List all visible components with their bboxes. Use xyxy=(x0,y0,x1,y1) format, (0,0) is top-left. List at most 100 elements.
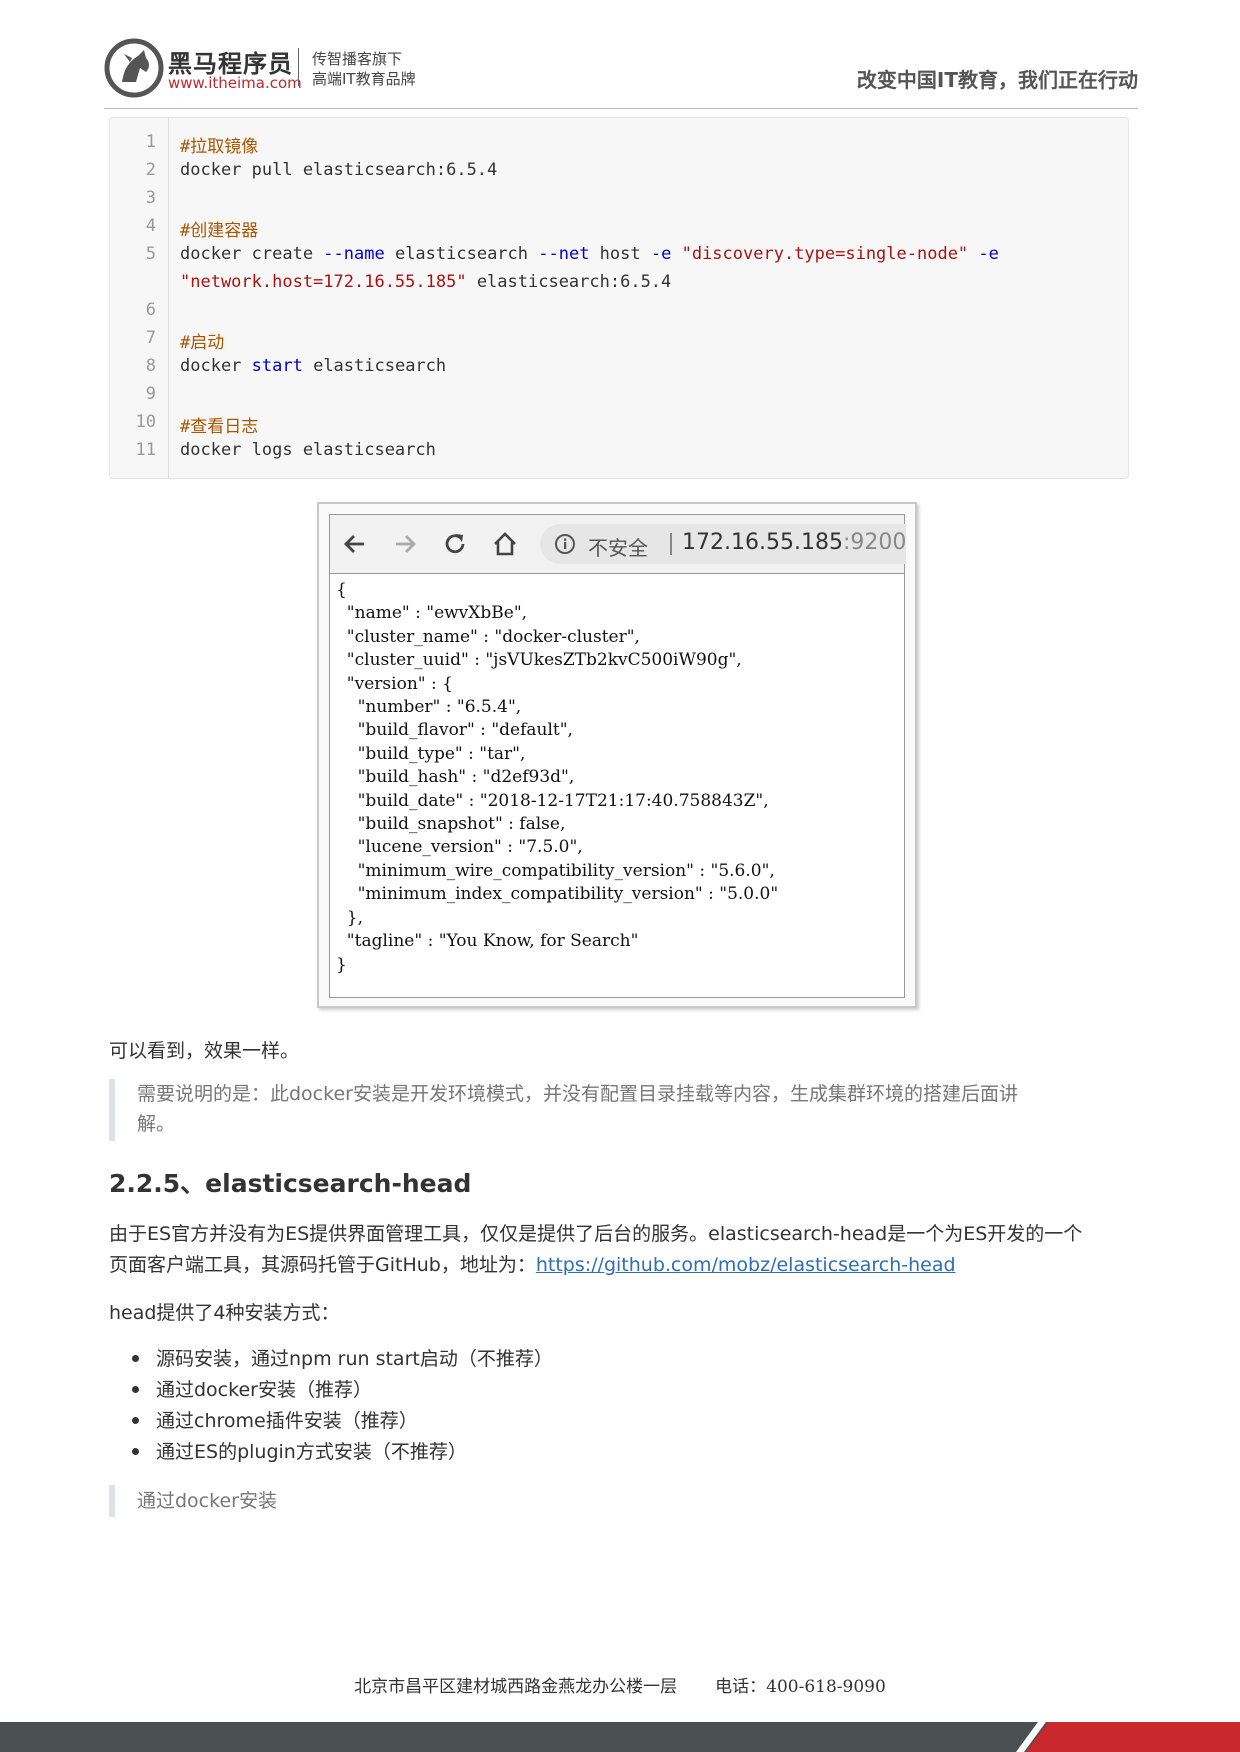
intro-text: 页面客户端工具，其源码托管于GitHub，地址为： xyxy=(109,1254,536,1276)
paragraph-install-modes: head提供了4种安装方式： xyxy=(109,1302,340,1324)
list-item-text: 通过ES的plugin方式安装（不推荐） xyxy=(156,1441,467,1463)
list-item: 通过ES的plugin方式安装（不推荐） xyxy=(130,1437,553,1468)
footer-accent xyxy=(1026,1722,1240,1752)
bullet xyxy=(132,1417,139,1424)
json-line: "build_hash" : "d2ef93d", xyxy=(336,767,575,788)
code-keyword: -e xyxy=(650,244,672,264)
reload-icon[interactable] xyxy=(442,531,468,557)
code-keyword: start xyxy=(251,356,303,376)
address-divider xyxy=(670,533,672,555)
json-line: "build_date" : "2018-12-17T21:17:40.7588… xyxy=(336,790,769,811)
json-line: "version" : { xyxy=(336,673,453,694)
list-item-text: 通过chrome插件安装（推荐） xyxy=(156,1410,418,1432)
horse-logo-icon xyxy=(104,38,164,98)
footer-contact: 北京市昌平区建材城西路金燕龙办公楼一层 电话：400-618-9090 xyxy=(0,1672,1240,1697)
brand-url: www.itheima.com xyxy=(168,74,302,92)
browser-screenshot: 不安全 172.16.55.185:9200 { "name" : "ewvXb… xyxy=(317,502,917,1008)
url-text: 172.16.55.185:9200 xyxy=(682,530,906,555)
list-item: 通过docker安装（推荐） xyxy=(130,1375,553,1406)
code-token: elasticsearch xyxy=(302,356,447,376)
line-number: 8 xyxy=(145,356,156,376)
code-keyword: --name xyxy=(323,244,385,264)
note-line: 解。 xyxy=(137,1113,176,1135)
json-line: "minimum_index_compatibility_version" : … xyxy=(336,884,779,905)
code-block: 1 2 3 4 5 6 7 8 9 10 11 #拉取镜像 docker pul… xyxy=(109,117,1129,479)
code-token: host xyxy=(589,244,651,264)
code-token: docker xyxy=(180,356,252,376)
home-icon[interactable] xyxy=(492,531,518,557)
page-header: 黑马程序员 www.itheima.com 传智播客旗下 高端IT教育品牌 改变… xyxy=(104,36,1138,109)
blockquote-note: 需要说明的是：此docker安装是开发环境模式，并没有配置目录挂载等内容，生成集… xyxy=(109,1079,1129,1141)
json-line: "build_snapshot" : false, xyxy=(336,814,566,835)
line-number-gutter: 1 2 3 4 5 6 7 8 9 10 11 xyxy=(110,118,169,478)
json-response: { "name" : "ewvXbBe", "cluster_name" : "… xyxy=(336,579,778,977)
list-item: 源码安装，通过npm run start启动（不推荐） xyxy=(130,1344,553,1375)
address-bar[interactable]: 不安全 172.16.55.185:9200 xyxy=(540,524,906,564)
paragraph-intro: 由于ES官方并没有为ES提供界面管理工具，仅仅是提供了后台的服务。elastic… xyxy=(109,1219,1139,1281)
code-token: elasticsearch xyxy=(384,244,539,264)
bullet xyxy=(132,1355,139,1362)
json-line: } xyxy=(336,954,347,975)
line-number: 6 xyxy=(145,300,156,320)
json-line: "lucene_version" : "7.5.0", xyxy=(336,837,583,858)
line-number: 1 xyxy=(145,132,156,152)
line-number: 7 xyxy=(145,328,156,348)
code-line: docker start elasticsearch xyxy=(180,356,446,376)
json-line: "tagline" : "You Know, for Search" xyxy=(336,931,639,952)
blockquote-docker: 通过docker安装 xyxy=(109,1485,509,1517)
code-comment: #拉取镜像 xyxy=(180,137,259,157)
line-number: 5 xyxy=(145,244,156,264)
line-number: 2 xyxy=(145,160,156,180)
browser-window: 不安全 172.16.55.185:9200 { "name" : "ewvXb… xyxy=(329,514,906,998)
header-slogan: 改变中国IT教育，我们正在行动 xyxy=(856,68,1138,92)
bullet xyxy=(132,1448,139,1455)
code-token: docker create xyxy=(180,244,324,264)
footer-phone: 电话：400-618-9090 xyxy=(715,1677,886,1697)
insecure-label: 不安全 xyxy=(588,536,648,560)
browser-toolbar: 不安全 172.16.55.185:9200 xyxy=(330,515,906,574)
note-line: 需要说明的是：此docker安装是开发环境模式，并没有配置目录挂载等内容，生成集… xyxy=(137,1083,1018,1105)
code-line: docker pull elasticsearch:6.5.4 xyxy=(180,160,498,180)
url-host: 172.16.55.185 xyxy=(682,530,843,555)
json-line: "build_flavor" : "default", xyxy=(336,720,573,741)
intro-line: 页面客户端工具，其源码托管于GitHub，地址为：https://github.… xyxy=(109,1250,1139,1281)
note-text: 通过docker安装 xyxy=(137,1490,277,1512)
code-keyword: --net xyxy=(538,244,590,264)
forward-arrow-icon[interactable] xyxy=(392,531,418,557)
line-number: 4 xyxy=(145,216,156,236)
back-arrow-icon[interactable] xyxy=(342,531,368,557)
brand-tagline-1: 传智播客旗下 xyxy=(312,50,403,68)
json-line: "number" : "6.5.4", xyxy=(336,697,522,718)
bullet xyxy=(132,1386,139,1393)
code-comment: #创建容器 xyxy=(180,221,259,241)
json-line: "build_type" : "tar", xyxy=(336,743,526,764)
json-line: "cluster_uuid" : "jsVUkesZTb2kvC500iW90g… xyxy=(336,650,742,671)
github-link[interactable]: https://github.com/mobz/elasticsearch-he… xyxy=(536,1254,956,1276)
code-keyword: -e xyxy=(978,244,999,264)
code-line-wrap: "network.host=172.16.55.185" elasticsear… xyxy=(180,272,671,292)
code-string: "discovery.type=single-node" xyxy=(681,244,969,264)
code-token: elasticsearch:6.5.4 xyxy=(466,272,672,292)
code-line: docker create --name elasticsearch --net… xyxy=(180,244,999,264)
url-port: :9200 xyxy=(842,530,907,555)
line-number: 10 xyxy=(135,412,156,432)
json-line: "minimum_wire_compatibility_version" : "… xyxy=(336,860,775,881)
info-icon[interactable] xyxy=(554,533,576,555)
list-item-text: 通过docker安装（推荐） xyxy=(156,1379,372,1401)
list-item: 通过chrome插件安装（推荐） xyxy=(130,1406,553,1437)
line-number: 9 xyxy=(145,384,156,404)
code-line: docker logs elasticsearch xyxy=(180,440,436,460)
brand-tagline-2: 高端IT教育品牌 xyxy=(312,70,416,88)
list-item-text: 源码安装，通过npm run start启动（不推荐） xyxy=(156,1348,553,1370)
code-comment: #查看日志 xyxy=(180,417,259,437)
install-methods-list: 源码安装，通过npm run start启动（不推荐） 通过docker安装（推… xyxy=(130,1344,553,1468)
line-number: 3 xyxy=(145,188,156,208)
json-line: { xyxy=(336,580,347,600)
paragraph-result: 可以看到，效果一样。 xyxy=(109,1040,300,1062)
json-line: }, xyxy=(336,907,364,928)
code-string: "network.host=172.16.55.185" xyxy=(180,272,467,292)
json-line: "cluster_name" : "docker-cluster", xyxy=(336,626,640,647)
json-line: "name" : "ewvXbBe", xyxy=(336,603,528,624)
